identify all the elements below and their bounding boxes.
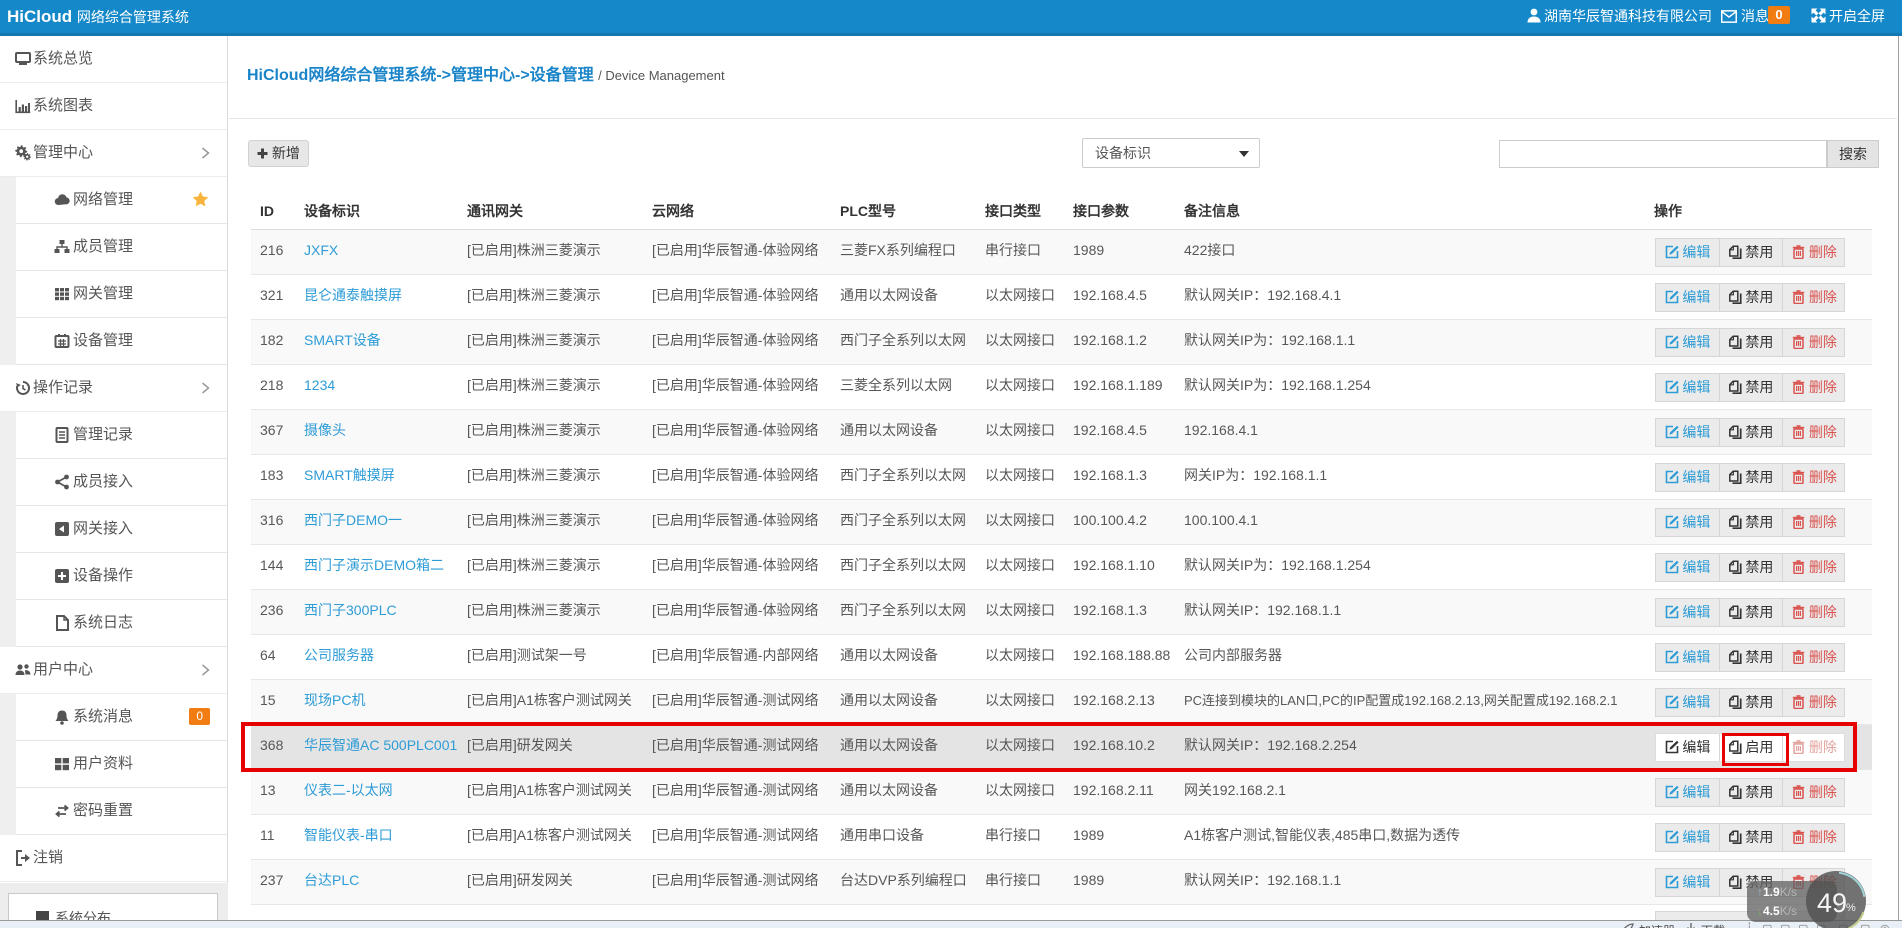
svg-text:%: % — [1846, 902, 1856, 914]
svg-text:49: 49 — [1817, 888, 1847, 918]
